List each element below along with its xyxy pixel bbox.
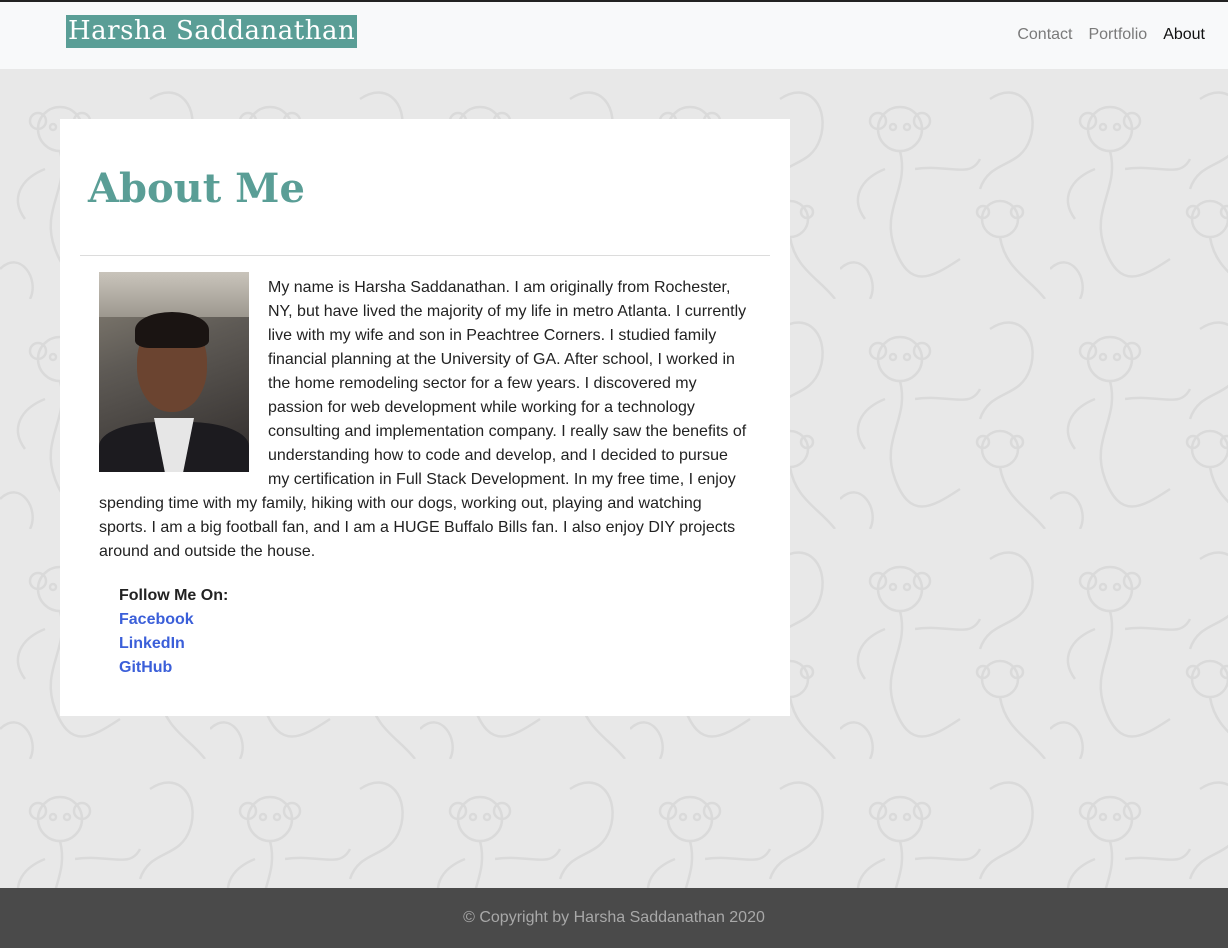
navbar: Harsha Saddanathan Contact Portfolio Abo… xyxy=(0,2,1228,69)
nav-link-contact[interactable]: Contact xyxy=(1017,26,1072,44)
nav-link-portfolio[interactable]: Portfolio xyxy=(1088,26,1147,44)
linkedin-link[interactable]: LinkedIn xyxy=(119,632,751,656)
follow-label: Follow Me On: xyxy=(119,587,229,604)
brand-logo[interactable]: Harsha Saddanathan xyxy=(66,15,358,48)
social-section: Follow Me On: Facebook LinkedIn GitHub xyxy=(99,564,751,680)
github-link[interactable]: GitHub xyxy=(119,656,751,680)
footer: © Copyright by Harsha Saddanathan 2020 xyxy=(0,888,1228,948)
page-title: About Me xyxy=(88,165,305,212)
title-divider xyxy=(80,255,770,256)
copyright-text: © Copyright by Harsha Saddanathan 2020 xyxy=(463,909,765,926)
nav-link-about[interactable]: About xyxy=(1163,26,1205,44)
nav-links: Contact Portfolio About xyxy=(1017,26,1205,44)
about-content: My name is Harsha Saddanathan. I am orig… xyxy=(99,272,751,680)
profile-photo xyxy=(99,272,249,472)
about-card: About Me My name is Harsha Saddanathan. … xyxy=(60,119,790,716)
facebook-link[interactable]: Facebook xyxy=(119,608,751,632)
